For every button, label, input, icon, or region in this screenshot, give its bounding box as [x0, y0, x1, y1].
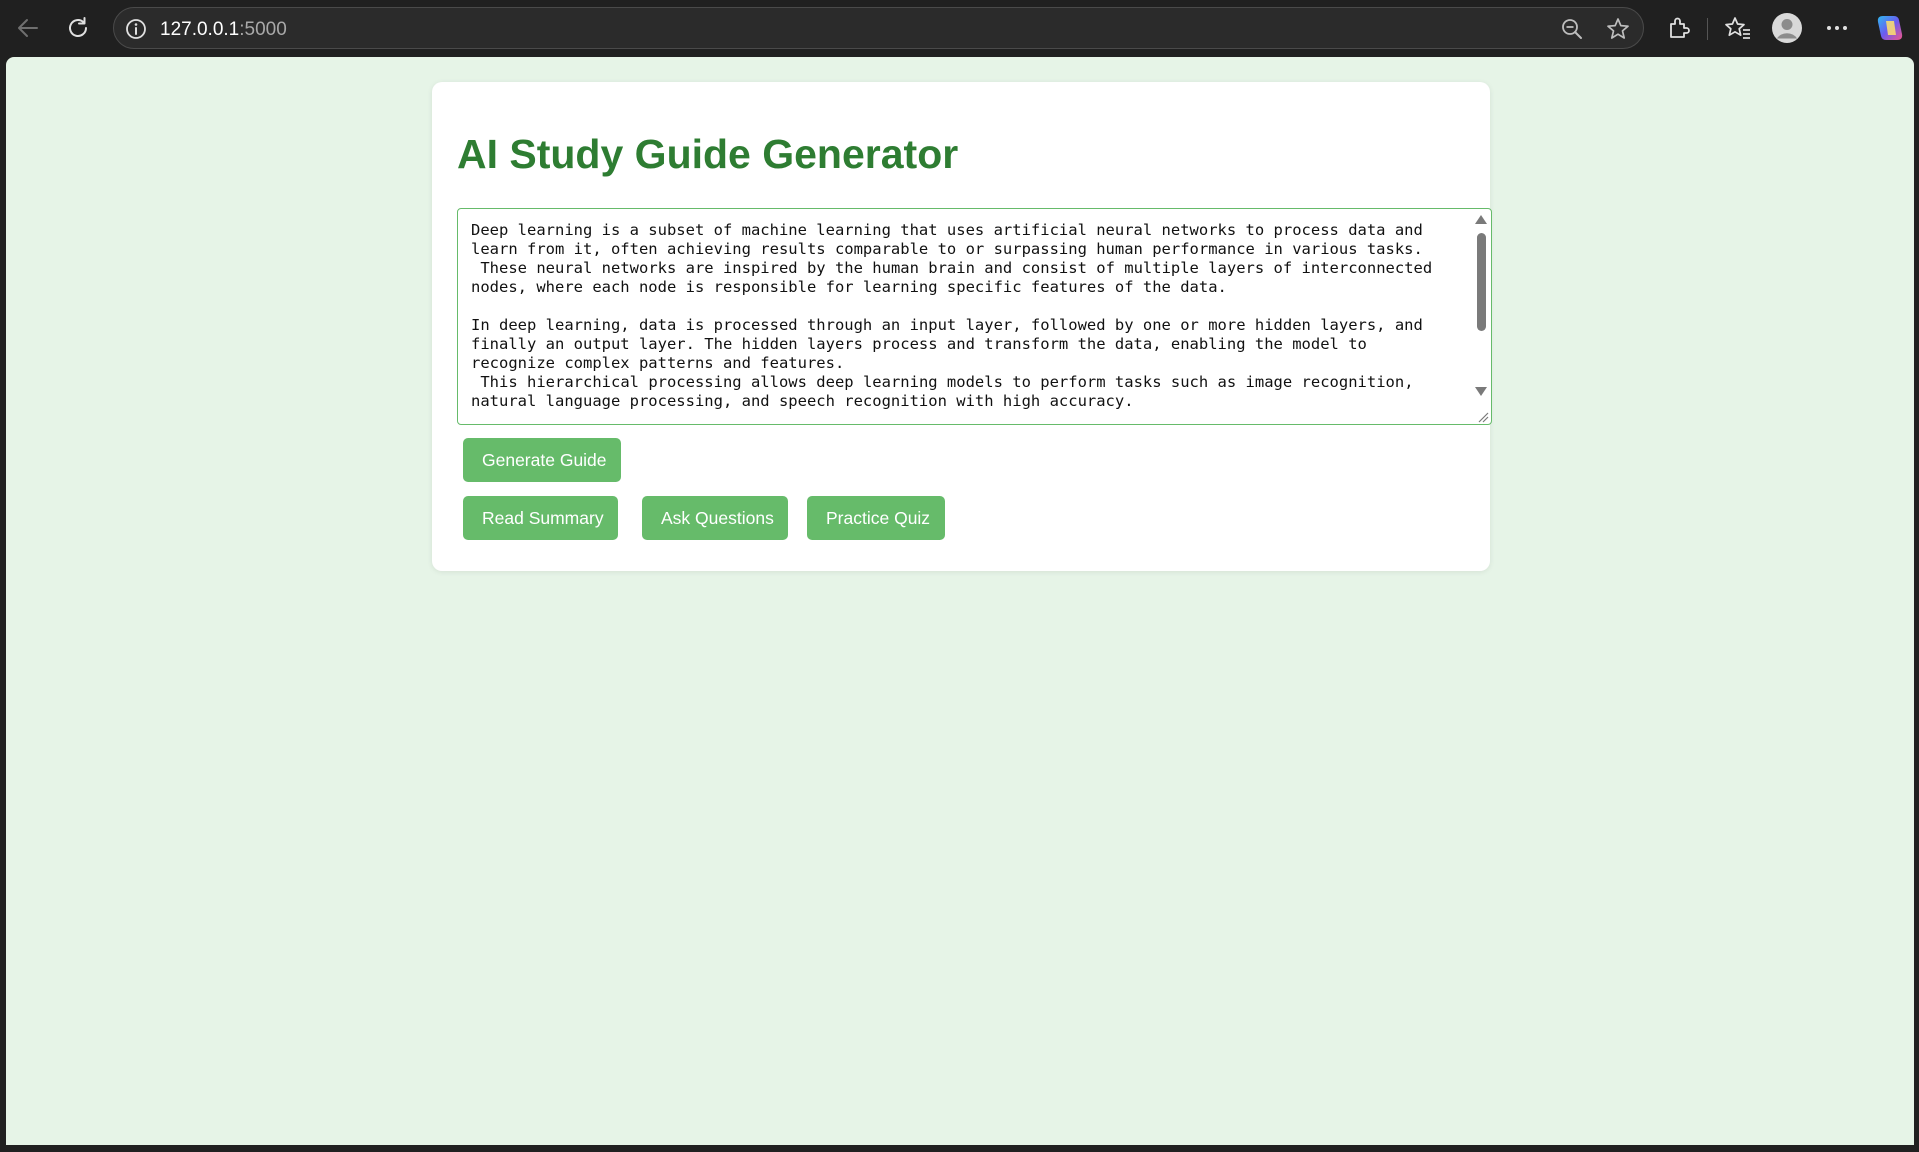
resize-grip-icon[interactable] [1477, 410, 1489, 423]
refresh-button[interactable] [62, 12, 94, 44]
url-host: 127.0.0.1 [160, 19, 240, 40]
page-viewport: AI Study Guide Generator Deep learning i… [6, 57, 1914, 1145]
toolbar-divider [1707, 18, 1708, 40]
generate-guide-button[interactable]: Generate Guide [463, 438, 621, 482]
profile-avatar-icon[interactable] [1771, 12, 1803, 49]
study-text-input[interactable]: Deep learning is a subset of machine lea… [458, 209, 1470, 424]
back-button[interactable] [12, 12, 44, 44]
site-info-icon[interactable] [124, 17, 148, 46]
copilot-icon[interactable] [1874, 12, 1906, 49]
scroll-down-arrow-icon[interactable] [1475, 387, 1487, 396]
back-arrow-icon [15, 15, 41, 41]
page-title: AI Study Guide Generator [457, 131, 959, 177]
extensions-icon[interactable] [1666, 15, 1692, 46]
practice-quiz-button[interactable]: Practice Quiz [807, 496, 945, 540]
zoom-out-icon[interactable] [1560, 17, 1584, 46]
favorite-star-icon[interactable] [1605, 16, 1631, 47]
textarea-scrollbar[interactable] [1471, 209, 1491, 424]
scrollbar-thumb[interactable] [1477, 233, 1486, 331]
url-text[interactable]: 127.0.0.1:5000 [160, 19, 287, 41]
favorites-icon[interactable] [1724, 15, 1752, 46]
address-bar[interactable]: 127.0.0.1:5000 [113, 7, 1644, 49]
read-summary-button[interactable]: Read Summary [463, 496, 618, 540]
url-port: :5000 [239, 19, 287, 40]
study-guide-card: AI Study Guide Generator Deep learning i… [432, 82, 1492, 571]
study-text-container: Deep learning is a subset of machine lea… [457, 208, 1492, 425]
ask-questions-button[interactable]: Ask Questions [642, 496, 788, 540]
browser-toolbar: 127.0.0.1:5000 [0, 0, 1919, 57]
more-menu-icon[interactable] [1823, 15, 1851, 46]
refresh-icon [65, 15, 91, 41]
scroll-up-arrow-icon[interactable] [1475, 215, 1487, 224]
